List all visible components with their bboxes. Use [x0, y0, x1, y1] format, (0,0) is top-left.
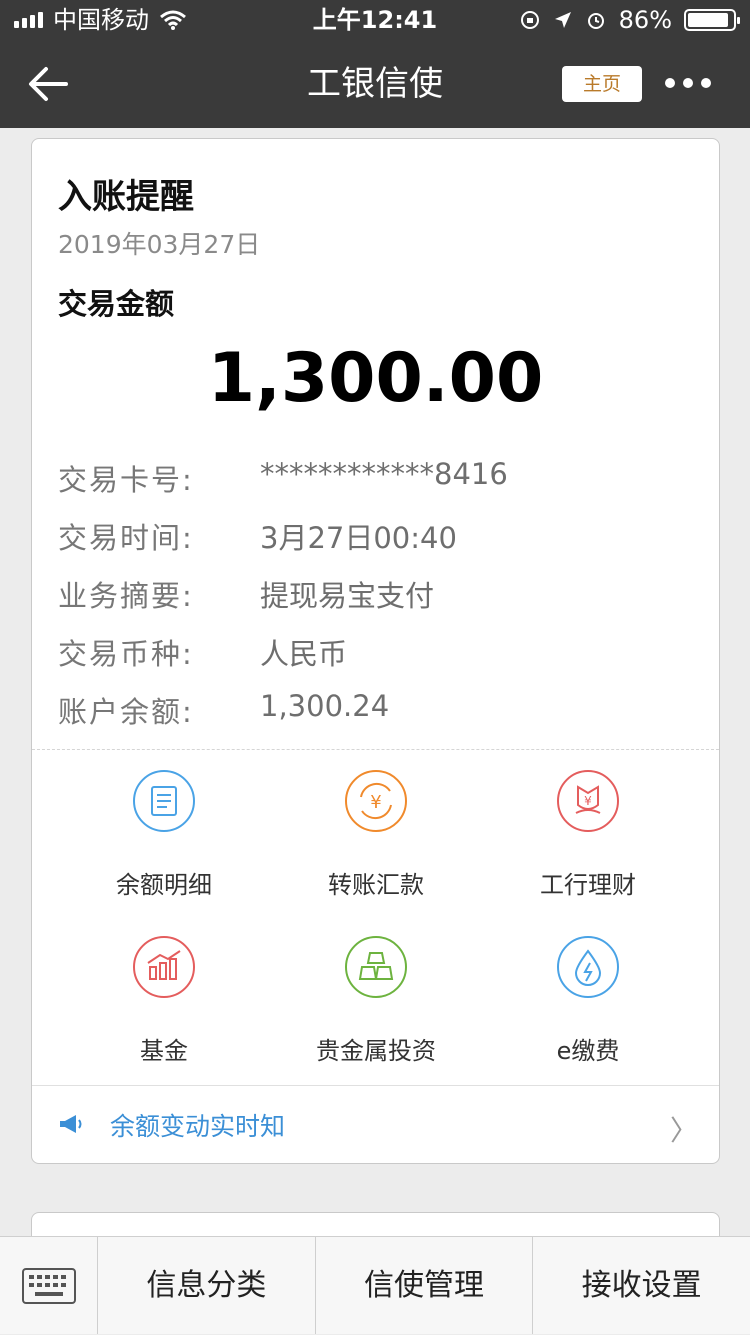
gold-bars-icon	[345, 936, 407, 998]
service-wealth[interactable]: ¥ 工行理财	[478, 769, 698, 900]
detail-value: 提现易宝支付	[260, 579, 435, 613]
transaction-card: 入账提醒 2019年03月27日 交易金额 1,300.00 交易卡号: ***…	[31, 138, 720, 1164]
megaphone-icon	[60, 1115, 82, 1133]
detail-value: 3月27日00:40	[260, 521, 457, 555]
divider	[32, 1085, 719, 1086]
rotation-lock-icon	[520, 11, 539, 29]
detail-key: 交易卡号:	[58, 463, 194, 497]
detail-value: ************8416	[260, 457, 508, 491]
service-label: e缴费	[556, 1037, 620, 1065]
detail-key: 账户余额:	[58, 695, 194, 729]
flower-yuan-icon: ¥	[557, 770, 619, 832]
card-date: 2019年03月27日	[58, 230, 261, 259]
more-menu-icon[interactable]	[665, 78, 711, 88]
detail-row: 交易时间: 3月27日00:40	[58, 515, 698, 573]
service-label: 余额明细	[116, 871, 212, 899]
bottom-menu: 信息分类 信使管理 接收设置	[0, 1236, 750, 1334]
service-precious-metal[interactable]: 贵金属投资	[266, 935, 486, 1066]
balance-notice-link[interactable]: 余额变动实时知 〉	[58, 1105, 698, 1151]
detail-row: 交易卡号: ************8416	[58, 457, 698, 515]
document-icon	[133, 770, 195, 832]
service-e-payment[interactable]: e缴费	[478, 935, 698, 1066]
svg-text:¥: ¥	[370, 792, 381, 813]
detail-key: 交易币种:	[58, 637, 194, 671]
keyboard-toggle[interactable]	[0, 1237, 98, 1334]
status-bar: 中国移动 上午12:41 86%	[0, 0, 750, 40]
service-balance-detail[interactable]: 余额明细	[54, 769, 274, 900]
keyboard-icon	[21, 1267, 76, 1304]
service-label: 转账汇款	[328, 871, 424, 899]
yuan-transfer-icon: ¥	[345, 770, 407, 832]
menu-messenger-management[interactable]: 信使管理	[316, 1237, 534, 1334]
detail-value: 人民币	[260, 637, 348, 671]
divider	[32, 749, 719, 750]
detail-row: 账户余额: 1,300.24	[58, 689, 698, 747]
card-title: 入账提醒	[58, 177, 194, 217]
notice-text: 余额变动实时知	[110, 1112, 286, 1141]
detail-key: 交易时间:	[58, 521, 194, 555]
alarm-icon	[587, 13, 604, 29]
battery-icon	[684, 9, 740, 31]
menu-receive-settings[interactable]: 接收设置	[533, 1237, 750, 1334]
detail-rows: 交易卡号: ************8416 交易时间: 3月27日00:40 …	[58, 457, 698, 747]
top-bar: 中国移动 上午12:41 86% 工银信使 主页	[0, 0, 750, 128]
detail-key: 业务摘要:	[58, 579, 194, 613]
service-fund[interactable]: 基金	[54, 935, 274, 1066]
service-label: 贵金属投资	[316, 1037, 436, 1065]
amount-value: 1,300.00	[207, 339, 544, 418]
chevron-right-icon: 〉	[669, 1114, 698, 1147]
detail-row: 交易币种: 人民币	[58, 631, 698, 689]
detail-value: 1,300.24	[260, 689, 390, 723]
home-button[interactable]: 主页	[562, 66, 642, 102]
nav-bar: 工银信使 主页	[0, 40, 750, 128]
service-label: 基金	[140, 1037, 188, 1065]
menu-message-category[interactable]: 信息分类	[98, 1237, 316, 1334]
svg-text:¥: ¥	[584, 794, 592, 808]
service-transfer[interactable]: ¥ 转账汇款	[266, 769, 486, 900]
battery-percent: 86%	[618, 6, 672, 34]
service-label: 工行理财	[540, 871, 636, 899]
location-arrow-icon	[554, 12, 571, 28]
detail-row: 业务摘要: 提现易宝支付	[58, 573, 698, 631]
bar-chart-icon	[133, 936, 195, 998]
amount-label: 交易金额	[58, 287, 175, 321]
water-drop-icon	[557, 936, 619, 998]
